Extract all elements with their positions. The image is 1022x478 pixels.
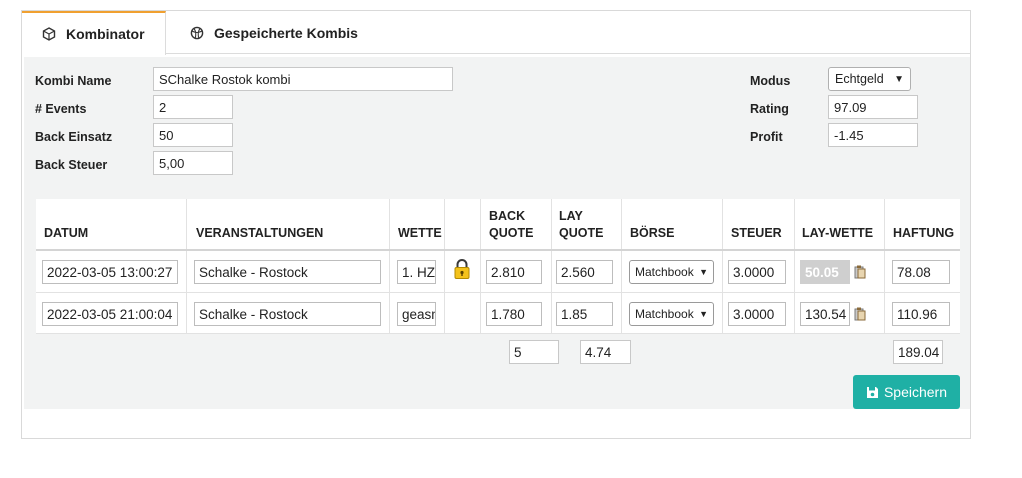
row1-datum-input[interactable]: 2022-03-05 13:00:27 xyxy=(42,260,178,284)
header-boerse: BÖRSE xyxy=(630,226,675,240)
kombinator-frame: Kombinator Gespeicherte Kombis Kombi Nam… xyxy=(21,10,971,439)
tab-kombinator[interactable]: Kombinator xyxy=(22,11,166,55)
total-haftung: 189.04 xyxy=(893,340,943,364)
events-input[interactable]: 2 xyxy=(153,95,233,119)
header-wette: WETTE xyxy=(398,226,442,240)
header-datum: DATUM xyxy=(44,226,89,240)
row2-lay-wette-input[interactable]: 130.54 xyxy=(800,302,850,326)
header-veranstaltungen: VERANSTALTUNGEN xyxy=(196,226,324,240)
row1-lay-quote-input[interactable]: 2.560 xyxy=(556,260,613,284)
row1-steuer-input[interactable]: 3.0000 xyxy=(728,260,786,284)
header-back-quote: BACK QUOTE xyxy=(489,209,534,240)
header-haftung: HAFTUNG xyxy=(893,226,955,240)
modus-select-value: Echtgeld xyxy=(835,72,884,86)
row2-steuer-input[interactable]: 3.0000 xyxy=(728,302,786,326)
back-einsatz-input[interactable]: 50 xyxy=(153,123,233,147)
row2-veranstaltung-input[interactable]: Schalke - Rostock xyxy=(194,302,381,326)
rating-input[interactable]: 97.09 xyxy=(828,95,918,119)
save-button-label: Speichern xyxy=(883,384,948,400)
row2-haftung-input[interactable]: 110.96 xyxy=(892,302,950,326)
row1-veranstaltung-input[interactable]: Schalke - Rostock xyxy=(194,260,381,284)
row1-lay-wette-input[interactable]: 50.05 xyxy=(800,260,850,284)
tab-bar: Kombinator Gespeicherte Kombis xyxy=(22,11,970,55)
row1-back-quote-input[interactable]: 2.810 xyxy=(486,260,542,284)
profit-input[interactable]: -1.45 xyxy=(828,123,918,147)
row1-boerse-value: Matchbook xyxy=(635,265,694,279)
header-lay-wette: LAY-WETTE xyxy=(802,226,874,240)
back-steuer-input[interactable]: 5,00 xyxy=(153,151,233,175)
row1-boerse-select[interactable]: Matchbook ▼ xyxy=(629,260,714,284)
row2-datum-input[interactable]: 2022-03-05 21:00:04 xyxy=(42,302,178,326)
clipboard-icon[interactable] xyxy=(854,307,866,321)
row2-lay-quote-input[interactable]: 1.85 xyxy=(556,302,613,326)
save-button[interactable]: Speichern xyxy=(853,375,960,409)
cube-icon xyxy=(42,27,56,41)
tab-kombinator-label: Kombinator xyxy=(66,26,145,42)
clipboard-icon[interactable] xyxy=(854,265,866,279)
chevron-down-icon: ▼ xyxy=(894,73,904,85)
profit-label: Profit xyxy=(750,130,783,144)
basketball-icon xyxy=(190,26,204,40)
row2-boerse-value: Matchbook xyxy=(635,307,694,321)
events-label: # Events xyxy=(35,102,87,116)
lock-icon[interactable] xyxy=(453,258,471,280)
back-einsatz-label: Back Einsatz xyxy=(35,130,113,144)
events-table: DATUM VERANSTALTUNGEN WETTE BACK QUOTE L… xyxy=(36,199,960,334)
total-lay-quote: 4.74 xyxy=(580,340,631,364)
row1-haftung-input[interactable]: 78.08 xyxy=(892,260,950,284)
chevron-down-icon: ▼ xyxy=(699,267,708,277)
modus-label: Modus xyxy=(750,74,791,88)
tab-gespeicherte-kombis[interactable]: Gespeicherte Kombis xyxy=(168,11,358,55)
header-steuer: STEUER xyxy=(731,226,782,240)
row2-wette-input[interactable]: geasn xyxy=(397,302,436,326)
kombi-name-label: Kombi Name xyxy=(35,74,112,88)
total-back-quote: 5 xyxy=(509,340,559,364)
kombinator-panel: Kombi Name SChalke Rostok kombi # Events… xyxy=(24,57,970,409)
kombi-name-input[interactable]: SChalke Rostok kombi xyxy=(153,67,453,91)
row2-back-quote-input[interactable]: 1.780 xyxy=(486,302,542,326)
tab-gespeicherte-kombis-label: Gespeicherte Kombis xyxy=(214,25,358,41)
row2-boerse-select[interactable]: Matchbook ▼ xyxy=(629,302,714,326)
floppy-disk-icon xyxy=(866,386,878,398)
back-steuer-label: Back Steuer xyxy=(35,158,108,172)
modus-select[interactable]: Echtgeld ▼ xyxy=(828,67,911,91)
chevron-down-icon: ▼ xyxy=(699,309,708,319)
row1-wette-input[interactable]: 1. HZ xyxy=(397,260,436,284)
rating-label: Rating xyxy=(750,102,789,116)
header-lay-quote: LAY QUOTE xyxy=(559,209,604,240)
